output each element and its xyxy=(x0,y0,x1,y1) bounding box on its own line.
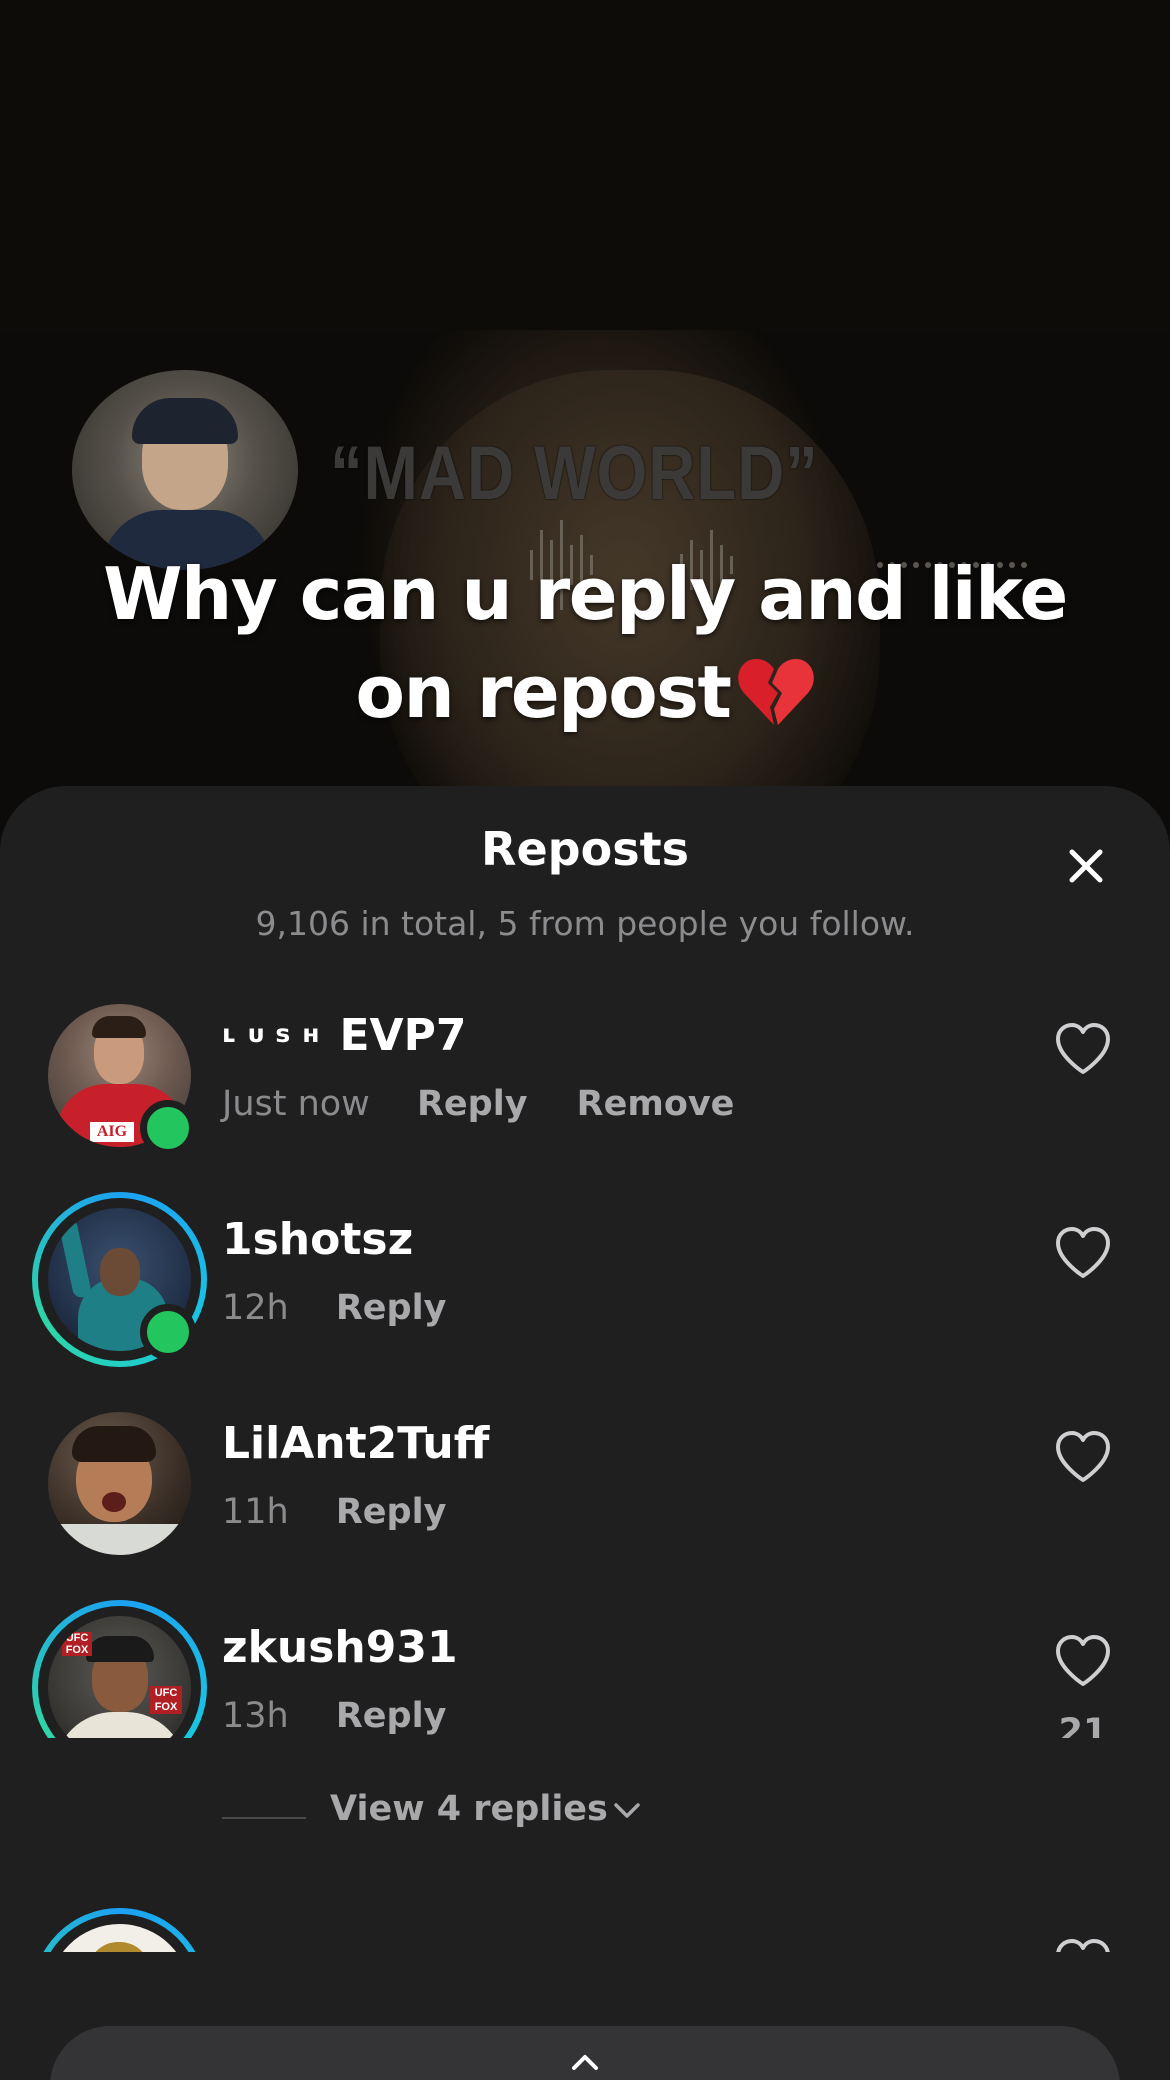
list-item: LilAnt2Tuff 11h Reply xyxy=(0,1412,1170,1612)
sheet-title: Reposts xyxy=(481,822,689,876)
repost-summary: 9,106 in total, 5 from people you follow… xyxy=(255,904,915,943)
timestamp: 13h xyxy=(222,1696,289,1736)
list-item: 1shotsz 12h Reply xyxy=(0,1192,1170,1408)
divider xyxy=(222,1817,306,1819)
video-player[interactable]: “MAD WORLD” Why can u reply and like on … xyxy=(0,330,1170,830)
heart-icon[interactable] xyxy=(1054,1226,1112,1280)
reply-button[interactable]: Reply xyxy=(336,1492,447,1532)
song-title-overlay: “MAD WORLD” xyxy=(330,431,819,516)
heart-icon[interactable] xyxy=(1054,1634,1112,1688)
reply-button[interactable]: Reply xyxy=(417,1084,528,1124)
username[interactable]: zkush931 xyxy=(222,1622,458,1673)
repost-list: AIG ʟᴜsʜ EVP7 Just now Reply Remove 1shot… xyxy=(0,996,1170,1738)
remove-button[interactable]: Remove xyxy=(577,1084,735,1124)
username[interactable]: ʟᴜsʜ EVP7 xyxy=(222,1010,466,1061)
comment-input-bar[interactable] xyxy=(50,2026,1120,2080)
status-area xyxy=(0,0,1170,330)
list-item: UFC FOX UFC FOX zkush931 13h Reply 21 xyxy=(0,1600,1170,1738)
video-caption: Why can u reply and like on repost xyxy=(103,552,1068,734)
timestamp: 12h xyxy=(222,1288,289,1328)
timestamp: 11h xyxy=(222,1492,289,1532)
avatar[interactable] xyxy=(48,1412,191,1555)
heart-icon[interactable] xyxy=(1054,1430,1112,1484)
timestamp: Just now xyxy=(222,1084,370,1124)
reply-button[interactable]: Reply xyxy=(336,1288,447,1328)
list-item: AIG ʟᴜsʜ EVP7 Just now Reply Remove xyxy=(0,1004,1170,1204)
close-icon[interactable] xyxy=(1064,844,1108,888)
chevron-down-icon xyxy=(614,1803,640,1818)
avatar[interactable]: UFC FOX UFC FOX xyxy=(32,1600,207,1738)
reply-button[interactable]: Reply xyxy=(336,1696,447,1736)
username[interactable]: LilAnt2Tuff xyxy=(222,1418,489,1469)
heart-icon[interactable] xyxy=(1054,1022,1112,1076)
reposts-sheet: Reposts 9,106 in total, 5 from people yo… xyxy=(0,786,1170,2080)
broken-heart-icon xyxy=(738,659,815,726)
online-indicator xyxy=(140,1100,196,1156)
like-count: 21 xyxy=(1058,1712,1108,1738)
creator-avatar[interactable] xyxy=(72,370,298,570)
online-indicator xyxy=(140,1304,196,1360)
chevron-up-icon xyxy=(572,2055,598,2070)
username[interactable]: 1shotsz xyxy=(222,1214,413,1265)
